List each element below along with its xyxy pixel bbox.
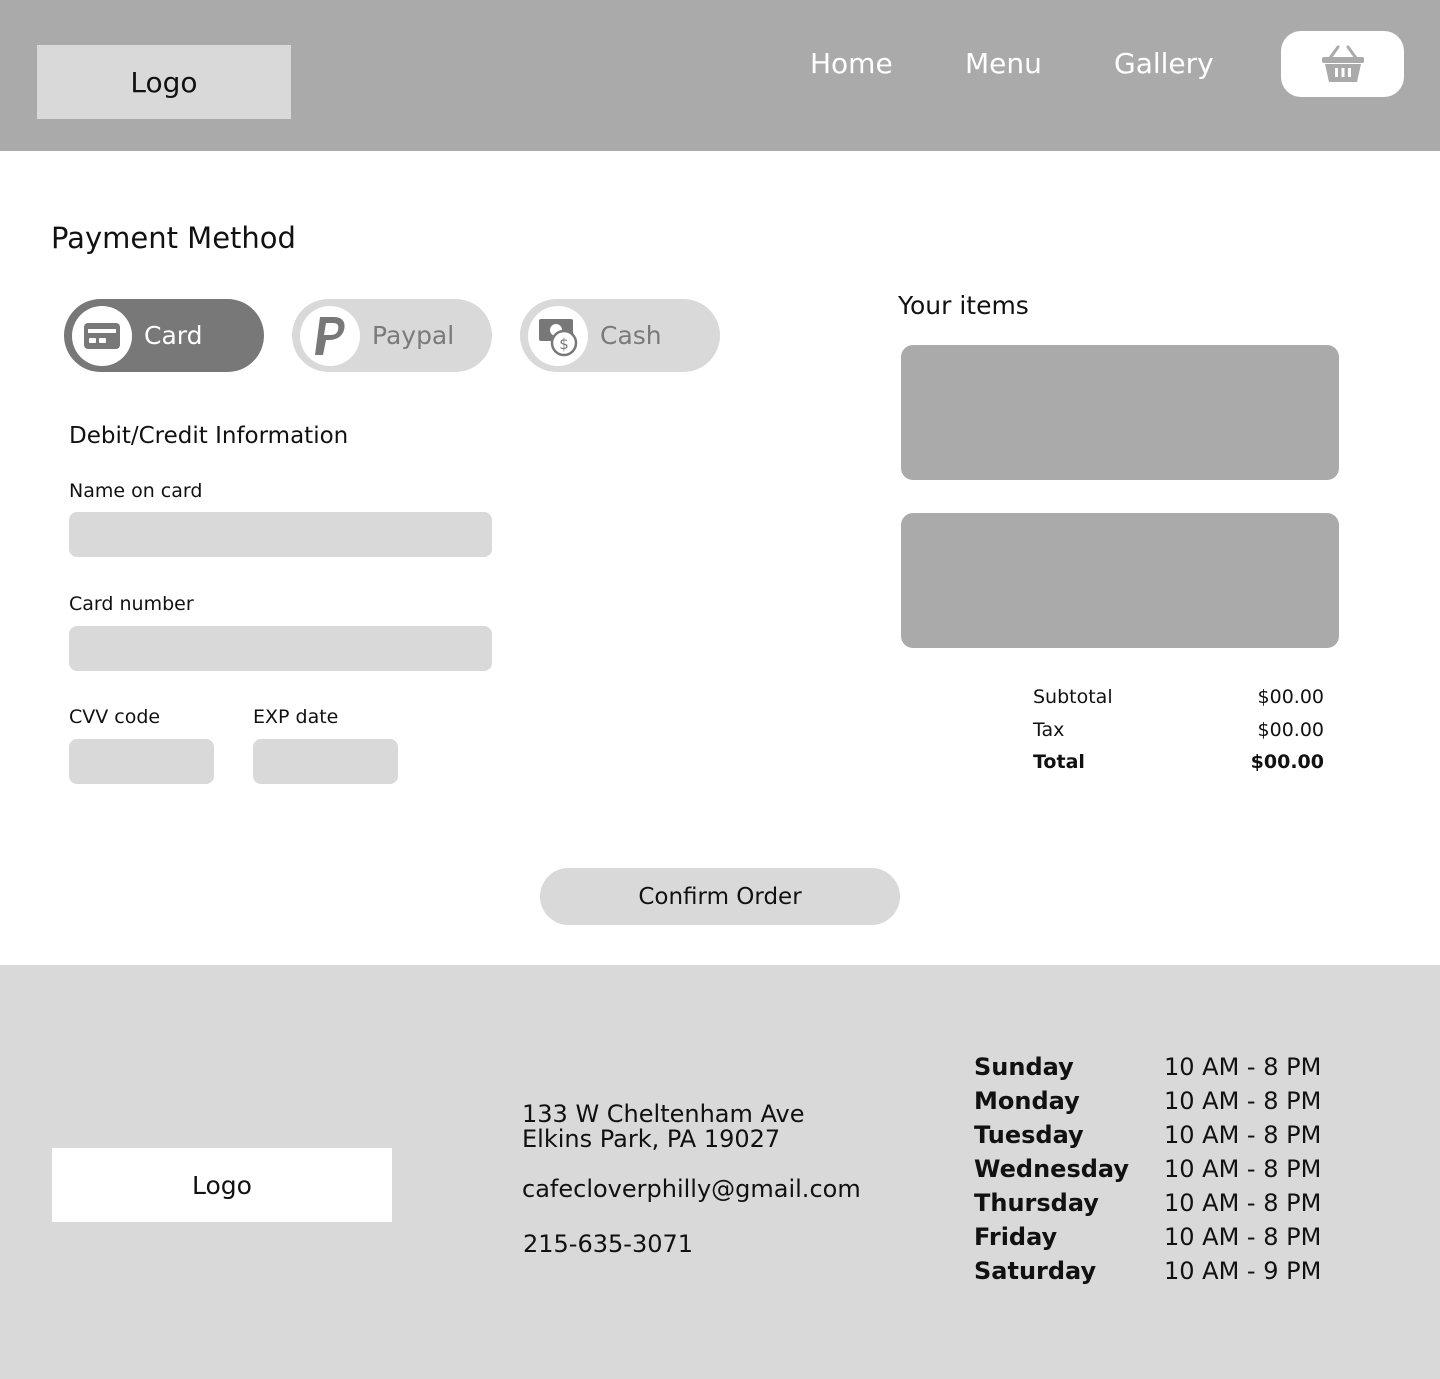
svg-text:$: $ (559, 335, 569, 353)
cart-button[interactable] (1281, 31, 1404, 97)
exp-date-input[interactable] (253, 739, 398, 784)
hours-day: Thursday (974, 1189, 1099, 1217)
cash-method-button[interactable]: $ Cash (520, 299, 720, 372)
hours-row: Thursday 10 AM - 8 PM (974, 1186, 1321, 1220)
credit-card-icon (72, 305, 132, 366)
cash-method-label: Cash (600, 321, 662, 350)
paypal-method-label: Paypal (372, 321, 455, 350)
nav-home-link[interactable]: Home (810, 47, 893, 80)
hours-time: 10 AM - 8 PM (1164, 1053, 1322, 1081)
footer-logo[interactable]: Logo (52, 1148, 392, 1222)
total-label: Total (1033, 751, 1085, 773)
cvv-input[interactable] (69, 739, 214, 784)
cart-item-card[interactable] (901, 513, 1339, 648)
payment-method-title: Payment Method (51, 221, 296, 255)
name-on-card-input[interactable] (69, 512, 492, 557)
hours-row: Tuesday 10 AM - 8 PM (974, 1118, 1321, 1152)
tax-value: $00.00 (1257, 719, 1324, 741)
opening-hours: Sunday 10 AM - 8 PM Monday 10 AM - 8 PM … (974, 1050, 1321, 1288)
hours-row: Friday 10 AM - 8 PM (974, 1220, 1321, 1254)
exp-date-label: EXP date (253, 706, 339, 728)
site-header: Logo Home Menu Gallery (0, 0, 1440, 151)
hours-time: 10 AM - 9 PM (1164, 1257, 1322, 1285)
your-items-title: Your items (898, 291, 1029, 320)
card-info-title: Debit/Credit Information (69, 423, 349, 449)
card-method-label: Card (144, 321, 203, 350)
hours-day: Tuesday (974, 1121, 1084, 1149)
confirm-order-button[interactable]: Confirm Order (540, 868, 900, 925)
paypal-icon (300, 305, 360, 366)
basket-icon (1321, 45, 1364, 82)
footer-phone[interactable]: 215-635-3071 (523, 1230, 693, 1258)
header-logo[interactable]: Logo (37, 45, 291, 119)
hours-time: 10 AM - 8 PM (1164, 1189, 1322, 1217)
cart-item-card[interactable] (901, 345, 1339, 480)
nav-menu-link[interactable]: Menu (965, 47, 1042, 80)
hours-row: Saturday 10 AM - 9 PM (974, 1254, 1321, 1288)
footer-email[interactable]: cafecloverphilly@gmail.com (522, 1175, 861, 1203)
card-method-button[interactable]: Card (64, 299, 264, 372)
address-line-2: Elkins Park, PA 19027 (522, 1125, 781, 1153)
hours-time: 10 AM - 8 PM (1164, 1223, 1322, 1251)
hours-day: Friday (974, 1223, 1058, 1251)
name-on-card-label: Name on card (69, 480, 203, 502)
hours-row: Wednesday 10 AM - 8 PM (974, 1152, 1321, 1186)
footer-address: 133 W Cheltenham Ave Elkins Park, PA 190… (522, 1102, 805, 1152)
address-line-1: 133 W Cheltenham Ave (522, 1100, 805, 1128)
nav-gallery-link[interactable]: Gallery (1114, 47, 1214, 80)
cvv-label: CVV code (69, 706, 161, 728)
hours-row: Sunday 10 AM - 8 PM (974, 1050, 1321, 1084)
card-number-input[interactable] (69, 626, 492, 671)
hours-day: Monday (974, 1087, 1080, 1115)
hours-time: 10 AM - 8 PM (1164, 1087, 1322, 1115)
tax-label: Tax (1033, 719, 1065, 741)
hours-time: 10 AM - 8 PM (1164, 1155, 1322, 1183)
subtotal-value: $00.00 (1257, 686, 1324, 708)
paypal-method-button[interactable]: Paypal (292, 299, 492, 372)
hours-day: Saturday (974, 1257, 1097, 1285)
hours-day: Wednesday (974, 1155, 1130, 1183)
hours-row: Monday 10 AM - 8 PM (974, 1084, 1321, 1118)
hours-time: 10 AM - 8 PM (1164, 1121, 1322, 1149)
cash-icon: $ (528, 305, 588, 366)
total-value: $00.00 (1250, 751, 1324, 773)
site-footer: Logo 133 W Cheltenham Ave Elkins Park, P… (0, 965, 1440, 1379)
subtotal-label: Subtotal (1033, 686, 1113, 708)
hours-day: Sunday (974, 1053, 1074, 1081)
card-number-label: Card number (69, 593, 194, 615)
